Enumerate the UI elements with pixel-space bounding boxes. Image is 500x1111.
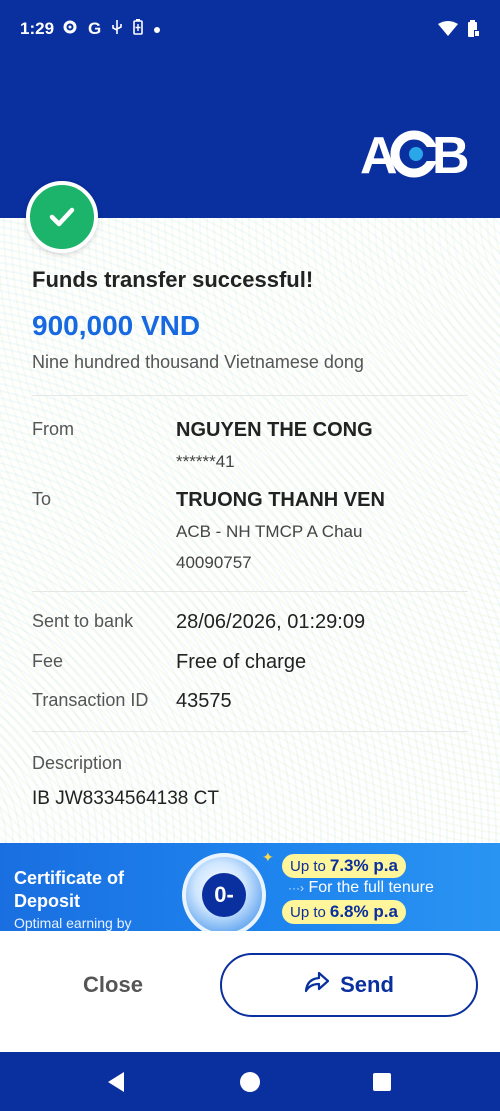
google-icon: G [88, 19, 102, 38]
divider [32, 591, 468, 592]
status-time: 1:29 [20, 19, 55, 38]
rate1-value: 7.3% p.a [329, 856, 398, 875]
dot-icon [153, 21, 161, 38]
success-title: Funds transfer successful! [32, 267, 314, 292]
sparkle-icon: ✦ [262, 849, 274, 865]
transaction-id-value: 43575 [176, 690, 232, 712]
rate1-prefix: Up to [290, 857, 326, 875]
promo-title: Certificate of Deposit [14, 867, 124, 913]
status-right-icons [438, 20, 480, 43]
transfer-amount: 900,000 VND [32, 310, 201, 341]
divider [32, 395, 468, 396]
acb-logo: A B [360, 125, 468, 183]
fee-value: Free of charge [176, 651, 307, 673]
divider [32, 731, 468, 732]
promo-title-line1: Certificate of [14, 868, 125, 888]
wifi-icon [438, 21, 458, 42]
share-icon [304, 971, 330, 999]
to-bank: ACB - NH TMCP A Chau [176, 522, 363, 541]
from-name: NGUYEN THE CONG [176, 419, 373, 441]
arrow-icon: ···› [288, 881, 304, 895]
deposit-coin-icon: 0- [182, 853, 266, 937]
recents-icon[interactable] [373, 1073, 391, 1091]
back-icon[interactable] [106, 1071, 126, 1098]
transfer-receipt-screen: 1:29 G A B Funds transfer successful! 90… [0, 0, 500, 1111]
to-label: To [32, 489, 52, 509]
amount-in-words: Nine hundred thousand Vietnamese dong [32, 352, 364, 372]
from-account: ******41 [176, 452, 235, 471]
rate2-prefix: Up to [290, 903, 326, 921]
coin-symbol: 0- [202, 873, 246, 917]
battery-saver-icon [133, 19, 144, 39]
status-left-icons: G [62, 19, 161, 39]
description-value: IB JW8334564138 CT [32, 788, 219, 809]
fee-label: Fee [32, 651, 64, 671]
success-check-icon [26, 181, 98, 253]
promo-subtitle: Optimal earning by [14, 915, 132, 931]
rate1-note-text: For the full tenure [308, 879, 434, 896]
sent-to-bank-label: Sent to bank [32, 611, 134, 631]
battery-icon [466, 20, 480, 43]
send-button[interactable]: Send [220, 953, 478, 1017]
svg-text:B: B [432, 127, 468, 183]
promo-title-line2: Deposit [14, 891, 81, 911]
close-button[interactable]: Close [40, 953, 186, 1017]
gear-icon [62, 19, 78, 39]
sent-to-bank-value: 28/06/2026, 01:29:09 [176, 611, 366, 633]
to-name: TRUONG THANH VEN [176, 489, 385, 511]
from-label: From [32, 419, 74, 439]
transaction-id-label: Transaction ID [32, 690, 149, 710]
usb-icon [111, 19, 123, 39]
description-label: Description [32, 753, 123, 773]
send-label: Send [340, 972, 394, 997]
home-icon[interactable] [240, 1072, 260, 1092]
status-bar: 1:29 G [0, 0, 500, 60]
rate-pill-2: Up to 6.8% p.a [282, 900, 406, 924]
to-account: 40090757 [176, 553, 252, 572]
rate2-value: 6.8% p.a [329, 902, 398, 921]
rate1-note: ···› For the full tenure [288, 879, 434, 897]
rate-pill-1: Up to 7.3% p.a [282, 854, 406, 878]
